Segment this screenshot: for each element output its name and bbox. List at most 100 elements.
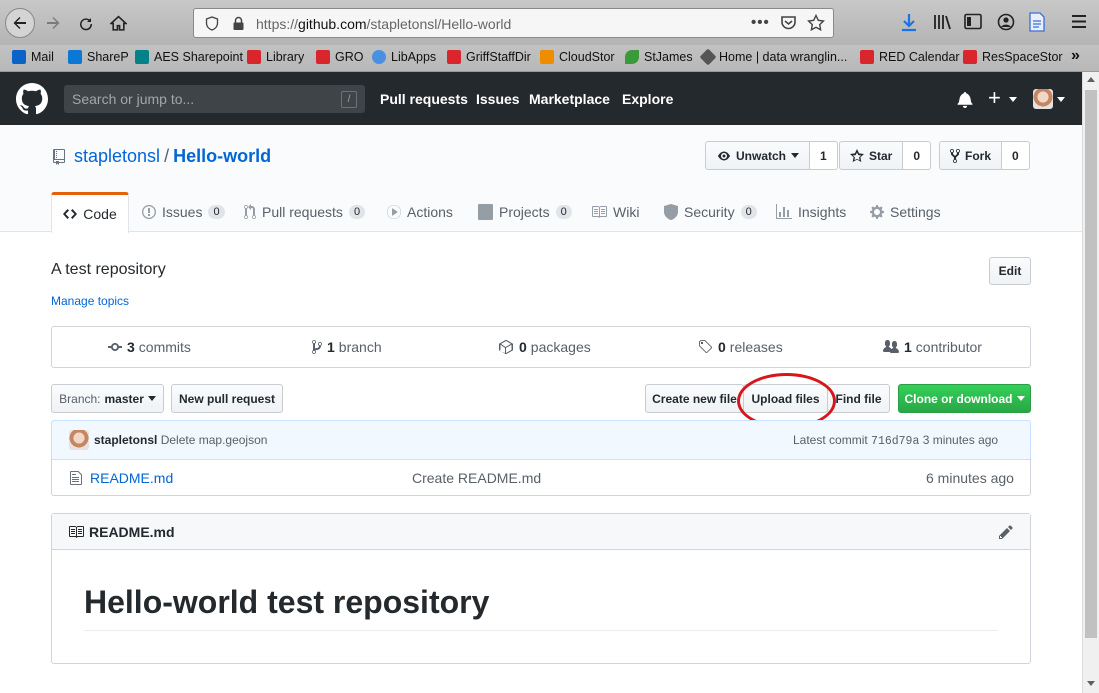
star-button[interactable]: Star xyxy=(839,141,904,170)
tab-projects[interactable]: Projects 0 xyxy=(478,192,572,232)
shield-icon xyxy=(664,204,678,220)
branches-label: branch xyxy=(338,339,382,355)
search-input[interactable] xyxy=(64,85,334,113)
scrollbar-thumb[interactable] xyxy=(1085,90,1097,638)
tab-code[interactable]: Code xyxy=(51,192,129,233)
page-scrollbar[interactable] xyxy=(1082,72,1099,693)
unwatch-button[interactable]: Unwatch xyxy=(705,141,811,170)
tab-security[interactable]: Security 0 xyxy=(664,192,757,232)
commit-author-avatar[interactable] xyxy=(69,430,89,450)
bookmark-gro[interactable]: GRO xyxy=(316,50,363,64)
create-new-plus-icon[interactable]: + xyxy=(988,85,1001,111)
repo-icon xyxy=(53,149,65,165)
bookmark-label: Mail xyxy=(31,50,54,64)
page-actions-ellipsis-icon[interactable]: ••• xyxy=(751,14,770,31)
bookmark-star-icon[interactable] xyxy=(807,14,825,32)
bookmark-libapps[interactable]: LibApps xyxy=(372,50,436,64)
readme-filename: README.md xyxy=(89,524,175,540)
numbers-summary: 3 commits 1 branch 0 packages 0 releases 1 co… xyxy=(51,326,1031,368)
nav-marketplace[interactable]: Marketplace xyxy=(529,91,610,107)
file-commit-message-link[interactable]: Create README.md xyxy=(412,470,541,486)
gear-icon xyxy=(870,205,884,219)
history-icon xyxy=(108,343,122,351)
tab-pull-requests[interactable]: Pull requests 0 xyxy=(244,192,366,232)
nav-explore[interactable]: Explore xyxy=(622,91,673,107)
star-label: Star xyxy=(869,148,893,163)
url-bar[interactable]: https://github.com/stapletonsl/Hello-wor… xyxy=(193,8,834,38)
tab-actions[interactable]: Actions xyxy=(387,192,453,232)
library-icon[interactable] xyxy=(933,13,952,31)
unwatch-label: Unwatch xyxy=(736,148,787,163)
commit-author-link[interactable]: stapletonsl xyxy=(94,433,157,447)
bookmark-aes-sharepoint[interactable]: AES Sharepoint xyxy=(135,50,243,64)
latest-commit-bar: stapletonsl Delete map.geojson Latest co… xyxy=(51,420,1031,460)
sidebar-icon[interactable] xyxy=(964,13,982,30)
bookmark-red-calendar[interactable]: RED Calendar xyxy=(860,50,960,64)
stars-count[interactable]: 0 xyxy=(903,141,932,170)
bookmark-stjames[interactable]: StJames xyxy=(625,50,693,64)
branches-summary[interactable]: 1 branch xyxy=(312,339,382,355)
repo-owner-link[interactable]: stapletonsl xyxy=(74,146,160,166)
file-name-link[interactable]: README.md xyxy=(90,470,173,486)
tab-insights[interactable]: Insights xyxy=(776,192,846,232)
pencil-icon[interactable] xyxy=(999,524,1013,540)
tab-label: Wiki xyxy=(613,204,640,220)
repo-name-link[interactable]: Hello-world xyxy=(173,146,271,166)
tab-label: Settings xyxy=(890,204,941,220)
commit-message-link[interactable]: Delete map.geojson xyxy=(161,433,268,447)
home-button[interactable] xyxy=(103,8,133,38)
note-icon[interactable] xyxy=(1029,12,1045,32)
bookmark-library[interactable]: Library xyxy=(247,50,304,64)
commits-summary[interactable]: 3 commits xyxy=(108,339,191,355)
manage-topics-link[interactable]: Manage topics xyxy=(51,294,129,308)
tool-icon xyxy=(699,48,717,66)
back-button[interactable] xyxy=(5,8,35,38)
bell-icon[interactable] xyxy=(957,91,973,108)
fork-button[interactable]: Fork xyxy=(939,141,1003,170)
github-logo-icon[interactable] xyxy=(16,83,48,115)
nav-pull-requests[interactable]: Pull requests xyxy=(380,91,468,107)
tab-wiki[interactable]: Wiki xyxy=(591,192,639,232)
book-icon xyxy=(69,526,84,538)
caret-down-icon xyxy=(791,153,800,158)
bookmark-mail[interactable]: Mail xyxy=(12,50,54,64)
bookmark-griffstaffdir[interactable]: GriffStaffDir xyxy=(447,50,531,64)
tab-issues[interactable]: Issues 0 xyxy=(142,192,225,232)
bookmark-resspacestor[interactable]: ResSpaceStor xyxy=(963,50,1063,64)
branch-select-button[interactable]: Branch: master xyxy=(51,384,164,413)
releases-summary[interactable]: 0 releases xyxy=(698,339,783,355)
griffith-icon xyxy=(316,50,330,64)
bookmark-label: GRO xyxy=(335,50,364,64)
packages-summary[interactable]: 0 packages xyxy=(498,339,591,355)
griffith-icon xyxy=(247,50,261,64)
account-icon[interactable] xyxy=(997,13,1015,31)
forks-count[interactable]: 0 xyxy=(1002,141,1030,170)
bookmark-label: Home | data wranglin... xyxy=(719,50,848,64)
clone-or-download-button[interactable]: Clone or download xyxy=(898,384,1031,413)
hamburger-menu-icon[interactable] xyxy=(1071,14,1087,29)
download-icon[interactable] xyxy=(900,13,918,32)
commit-sha-link[interactable]: 716d79a xyxy=(871,435,919,448)
watchers-count[interactable]: 1 xyxy=(810,141,838,170)
tab-settings[interactable]: Settings xyxy=(870,192,941,232)
pocket-icon[interactable] xyxy=(780,15,797,31)
nav-issues[interactable]: Issues xyxy=(476,91,520,107)
scroll-up-arrow-icon[interactable] xyxy=(1087,77,1095,82)
scroll-down-arrow-icon[interactable] xyxy=(1087,681,1095,686)
issue-icon xyxy=(142,205,156,219)
bookmark-sharep[interactable]: ShareP xyxy=(68,50,129,64)
contributors-summary[interactable]: 1 contributor xyxy=(883,339,982,355)
tab-label: Code xyxy=(83,206,117,222)
bookmarks-overflow-chevron-icon[interactable]: » xyxy=(1071,47,1080,65)
new-pull-request-button[interactable]: New pull request xyxy=(171,384,283,413)
pull-request-icon xyxy=(244,204,256,219)
bookmark-cloudstor[interactable]: CloudStor xyxy=(540,50,615,64)
reload-button[interactable] xyxy=(71,8,101,38)
cloud-icon xyxy=(372,50,386,64)
create-new-file-button[interactable]: Create new file xyxy=(645,384,744,413)
forward-button[interactable] xyxy=(38,8,68,38)
edit-description-button[interactable]: Edit xyxy=(989,257,1031,285)
bookmark-data-wrangling[interactable]: Home | data wranglin... xyxy=(699,48,848,66)
user-avatar[interactable] xyxy=(1033,89,1053,109)
find-file-button[interactable]: Find file xyxy=(827,384,890,413)
